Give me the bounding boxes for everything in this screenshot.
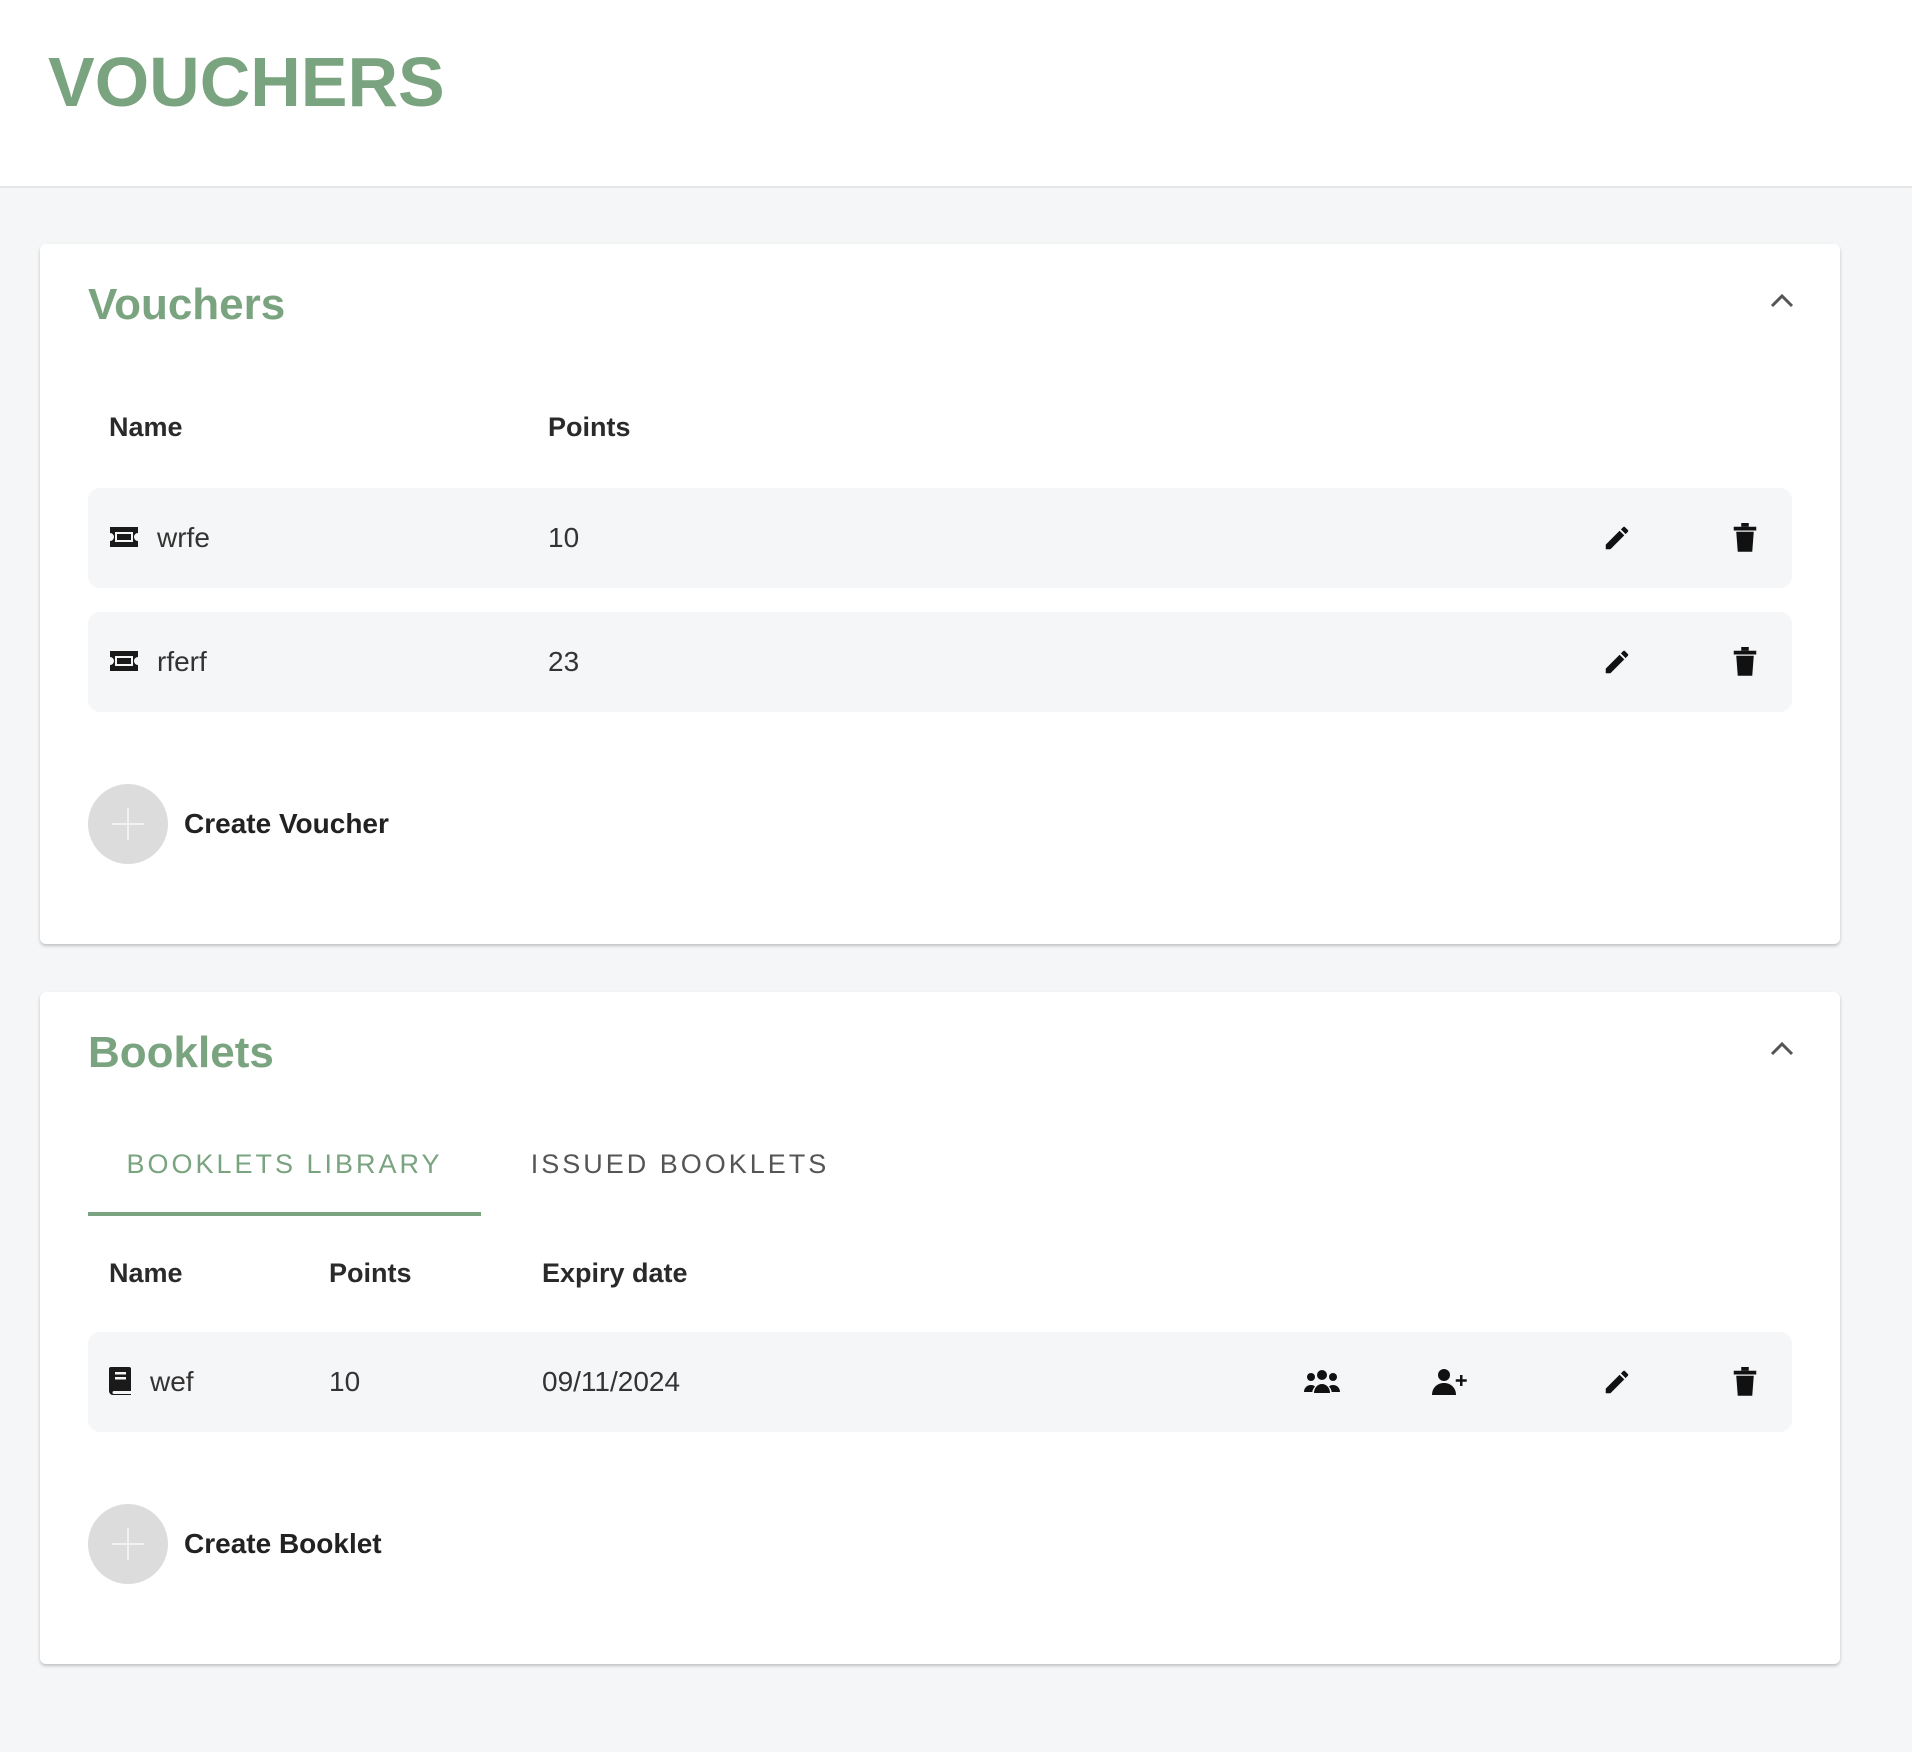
vouchers-collapse-button[interactable] <box>1760 278 1804 322</box>
create-voucher-button[interactable]: Create Voucher <box>88 784 389 864</box>
edit-button[interactable] <box>1595 1360 1639 1404</box>
create-voucher-label: Create Voucher <box>184 808 389 839</box>
plus-icon <box>88 784 168 864</box>
tab-booklets-library[interactable]: BOOKLETS LIBRARY <box>88 1114 481 1214</box>
add-user-button[interactable] <box>1428 1360 1472 1404</box>
ticket-icon <box>108 648 140 679</box>
trash-icon <box>1733 523 1757 552</box>
chevron-up-icon <box>1770 1041 1794 1056</box>
booklet-points: 10 <box>329 1366 361 1397</box>
trash-icon <box>1733 1367 1757 1396</box>
table-row[interactable]: wrfe 10 <box>88 488 1792 588</box>
page-title: VOUCHERS <box>48 43 445 121</box>
user-plus-icon <box>1432 1369 1467 1395</box>
voucher-name: wrfe <box>157 522 210 553</box>
booklets-card: Booklets BOOKLETS LIBRARY ISSUED BOOKLET… <box>40 992 1840 1664</box>
ticket-icon <box>108 524 140 555</box>
vouchers-card: Vouchers Name Points wrfe 10 rferf 23 Cr… <box>40 244 1840 944</box>
column-header-expiry-date: Expiry date <box>542 1258 688 1288</box>
voucher-points: 10 <box>548 522 580 553</box>
column-header-points: Points <box>548 412 631 442</box>
voucher-points: 23 <box>548 646 580 677</box>
table-row[interactable]: wef 10 09/11/2024 <box>88 1332 1792 1432</box>
table-row[interactable]: rferf 23 <box>88 612 1792 712</box>
delete-button[interactable] <box>1723 1360 1767 1404</box>
delete-button[interactable] <box>1723 516 1767 560</box>
vouchers-card-title: Vouchers <box>88 280 286 329</box>
chevron-up-icon <box>1770 293 1794 308</box>
column-header-name: Name <box>109 412 183 442</box>
booklets-collapse-button[interactable] <box>1760 1026 1804 1070</box>
pencil-icon <box>1605 526 1629 550</box>
create-booklet-label: Create Booklet <box>184 1528 382 1559</box>
column-header-points: Points <box>329 1258 412 1288</box>
booklet-expiry-date: 09/11/2024 <box>542 1366 681 1397</box>
booklets-card-title: Booklets <box>88 1028 274 1077</box>
create-booklet-button[interactable]: Create Booklet <box>88 1504 382 1584</box>
book-icon <box>108 1366 132 1401</box>
users-icon <box>1304 1370 1340 1393</box>
page-header: VOUCHERS <box>0 0 1912 188</box>
view-users-button[interactable] <box>1300 1360 1344 1404</box>
trash-icon <box>1733 647 1757 676</box>
delete-button[interactable] <box>1723 640 1767 684</box>
plus-icon <box>88 1504 168 1584</box>
pencil-icon <box>1605 1370 1629 1394</box>
booklet-name: wef <box>150 1366 194 1397</box>
tab-issued-booklets[interactable]: ISSUED BOOKLETS <box>510 1114 850 1214</box>
column-header-name: Name <box>109 1258 183 1288</box>
voucher-name: rferf <box>157 646 207 677</box>
edit-button[interactable] <box>1595 640 1639 684</box>
edit-button[interactable] <box>1595 516 1639 560</box>
active-tab-indicator <box>88 1212 481 1216</box>
pencil-icon <box>1605 650 1629 674</box>
